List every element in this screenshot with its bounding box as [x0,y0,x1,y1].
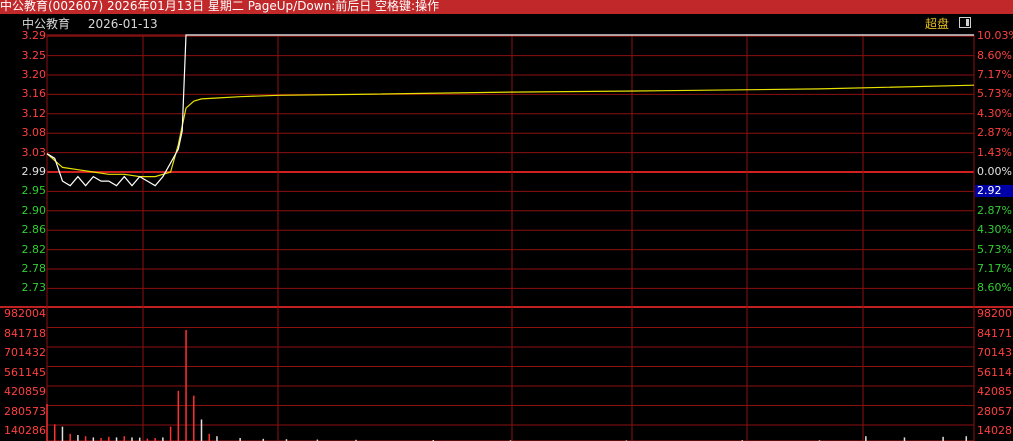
price-tick-label: 2.86 [21,223,47,237]
volume-tick-label: 841718 [4,326,46,340]
percent-tick-label: 7.17% [977,68,1012,81]
percent-tick-label: 1.43% [977,145,1012,159]
price-tick-label: 3.03 [21,145,47,159]
volume-tick-label: 28057 [977,404,1012,418]
price-tick-label: 3.16 [21,87,47,101]
volume-tick-label: 84171 [977,326,1012,340]
price-tick-label: 2.78 [21,262,47,275]
current-price-tag: 2.92 [975,185,1013,198]
price-tick-label: 2.99 [21,165,47,178]
price-tick-label: 3.08 [21,126,47,140]
price-tick-label: 3.12 [21,106,47,120]
percent-tick-label: 5.73% [977,87,1012,101]
percent-tick-label: 4.30% [977,106,1012,120]
volume-tick-label: 56114 [977,365,1012,379]
percent-tick-label: 0.00% [977,165,1012,178]
price-tick-label: 2.73 [21,281,47,295]
price-tick-label: 2.82 [21,242,47,256]
price-tick-label: 2.95 [21,184,47,198]
price-tick-label: 3.29 [21,29,47,43]
volume-tick-label: 70143 [977,346,1012,359]
average-price-line [46,84,975,178]
volume-tick-label: 561145 [4,365,46,379]
percent-tick-label: 2.87% [977,126,1012,140]
price-tick-label: 3.25 [21,48,47,62]
percent-tick-label: 2.87% [977,203,1012,217]
volume-tick-label: 982004 [4,307,46,320]
volume-tick-label: 98200 [977,307,1012,320]
percent-tick-label: 4.30% [977,223,1012,237]
volume-tick-label: 140286 [4,424,46,437]
percent-tick-label: 10.03% [977,29,1013,43]
volume-tick-label: 280573 [4,404,46,418]
volume-tick-label: 42085 [977,385,1012,398]
percent-tick-label: 7.17% [977,262,1012,275]
price-tick-label: 2.90 [21,203,47,217]
intraday-chart[interactable] [0,0,1013,441]
percent-tick-label: 5.73% [977,242,1012,256]
percent-tick-label: 8.60% [977,48,1012,62]
price-tick-label: 3.20 [21,68,47,81]
percent-tick-label: 8.60% [977,281,1012,295]
volume-tick-label: 14028 [977,424,1012,437]
volume-tick-label: 701432 [4,346,46,359]
volume-tick-label: 420859 [4,385,46,398]
